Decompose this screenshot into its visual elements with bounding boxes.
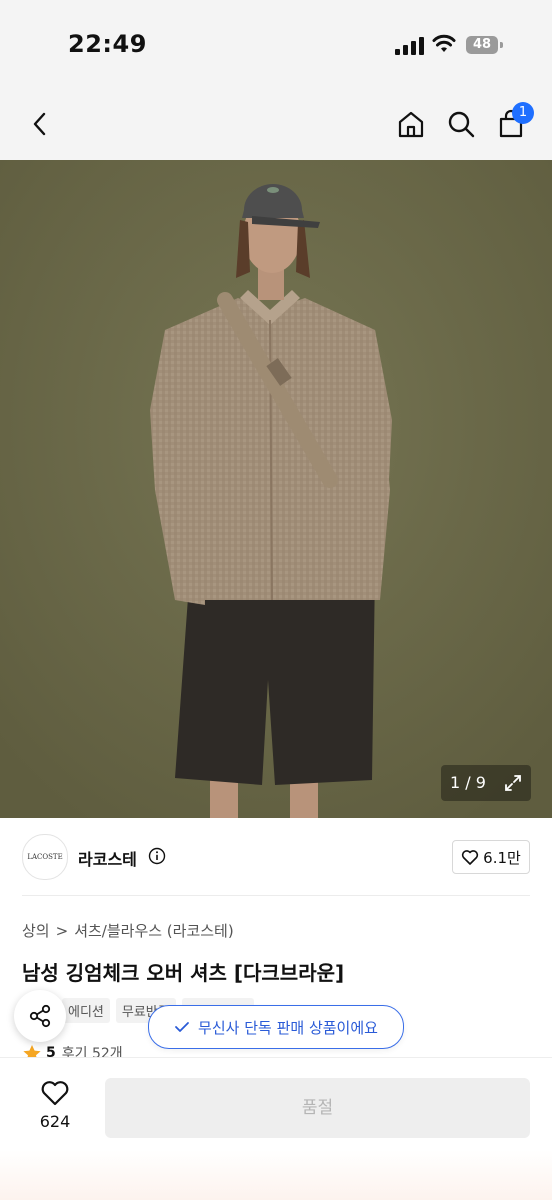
cart-badge: 1 bbox=[512, 102, 534, 124]
sold-out-button[interactable]: 품절 bbox=[105, 1078, 530, 1138]
wish-button[interactable]: 624 bbox=[30, 1080, 80, 1131]
product-image[interactable] bbox=[0, 160, 552, 818]
breadcrumb-separator: > bbox=[55, 921, 69, 940]
wish-count: 624 bbox=[39, 1112, 71, 1131]
nav-bar: 1 bbox=[0, 90, 552, 160]
search-icon bbox=[448, 111, 475, 138]
battery-level: 48 bbox=[466, 36, 498, 54]
back-icon bbox=[33, 112, 46, 136]
home-icon bbox=[398, 111, 424, 138]
tag-edition: 에디션 bbox=[62, 998, 110, 1023]
model-photo bbox=[0, 160, 552, 818]
breadcrumb: 상의 > 셔츠/블라우스 (라코스테) bbox=[22, 920, 234, 941]
status-bar: 22:49 48 bbox=[0, 0, 552, 90]
heart-icon bbox=[41, 1081, 69, 1106]
check-icon bbox=[175, 1022, 189, 1032]
expand-button[interactable] bbox=[495, 765, 531, 801]
brand-like-button[interactable]: 6.1만 bbox=[452, 840, 530, 874]
home-button[interactable] bbox=[391, 104, 431, 144]
cart-button[interactable]: 1 bbox=[491, 102, 534, 144]
product-title: 남성 깅엄체크 오버 셔츠 [다크브라운] bbox=[22, 961, 345, 985]
brand-row: LACOSTE 라코스테 6.1만 bbox=[0, 818, 552, 896]
bottom-strip bbox=[0, 1150, 552, 1200]
info-icon[interactable] bbox=[148, 847, 166, 865]
image-counter: 1 / 9 bbox=[441, 765, 495, 801]
breadcrumb-category[interactable]: 상의 bbox=[22, 920, 50, 941]
exclusive-toast: 무신사 단독 판매 상품이에요 bbox=[148, 1005, 404, 1049]
battery-indicator: 48 bbox=[466, 36, 504, 54]
share-icon bbox=[29, 1004, 51, 1028]
brand-like-count: 6.1만 bbox=[483, 848, 521, 867]
status-time: 22:49 bbox=[68, 30, 147, 58]
search-button[interactable] bbox=[441, 104, 481, 144]
brand-name[interactable]: 라코스테 bbox=[78, 846, 137, 870]
breadcrumb-subcategory[interactable]: 셔츠/블라우스 (라코스테) bbox=[74, 920, 234, 941]
divider bbox=[22, 895, 530, 896]
wifi-icon bbox=[432, 34, 456, 52]
heart-icon bbox=[462, 850, 479, 865]
share-button[interactable] bbox=[14, 990, 66, 1042]
brand-logo[interactable]: LACOSTE bbox=[22, 834, 68, 880]
back-button[interactable] bbox=[20, 104, 60, 144]
brand-logo-text: LACOSTE bbox=[27, 853, 63, 861]
expand-icon bbox=[505, 775, 521, 791]
toast-text: 무신사 단독 판매 상품이에요 bbox=[198, 1018, 378, 1037]
signal-icon bbox=[395, 37, 424, 55]
